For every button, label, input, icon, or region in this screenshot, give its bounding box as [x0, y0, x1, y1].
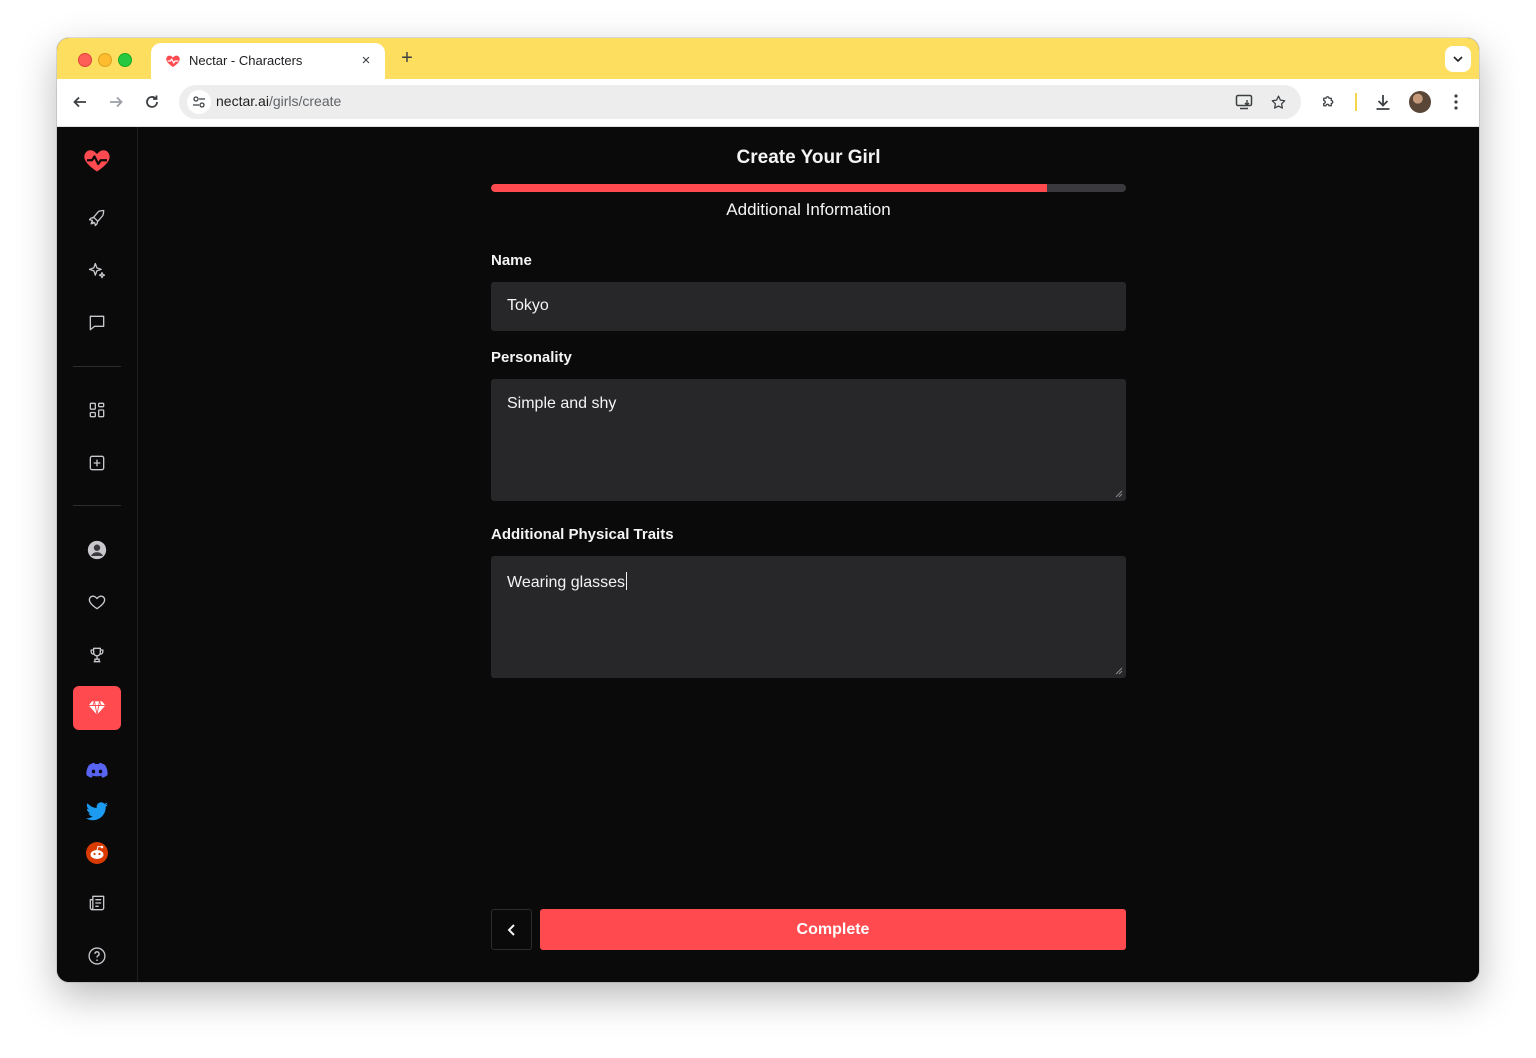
sidebar-item-discover[interactable]	[73, 196, 121, 240]
url-host: nectar.ai	[216, 93, 269, 109]
sidebar-item-home[interactable]	[73, 137, 121, 181]
address-bar[interactable]: nectar.ai/girls/create	[179, 85, 1301, 119]
name-label: Name	[491, 252, 532, 269]
extensions-button[interactable]	[1318, 91, 1340, 113]
step-title: Additional Information	[726, 200, 891, 219]
logo-heart-icon	[84, 150, 110, 172]
browser-menu-button[interactable]	[1445, 91, 1467, 113]
reload-icon	[146, 95, 158, 108]
sidebar-item-discord[interactable]	[73, 749, 121, 793]
name-value: Tokyo	[507, 297, 549, 314]
gem-icon	[88, 701, 106, 715]
tune-icon	[193, 96, 205, 108]
twitter-icon	[86, 802, 108, 821]
profile-avatar[interactable]	[1409, 91, 1431, 113]
sidebar-divider	[73, 366, 121, 367]
tab-search-button[interactable]	[1445, 46, 1471, 72]
grid-icon	[89, 402, 105, 418]
back-button[interactable]	[69, 91, 91, 113]
favicon-heart-icon	[166, 55, 180, 67]
progress-fill	[491, 184, 1047, 192]
reload-button[interactable]	[141, 91, 163, 113]
traits-value: Wearing glasses	[507, 574, 625, 591]
toolbar-divider	[1355, 93, 1357, 111]
maximize-window-button[interactable]	[118, 53, 132, 67]
sidebar-item-help[interactable]	[73, 934, 121, 978]
sparkles-icon	[88, 262, 106, 279]
complete-button[interactable]: Complete	[540, 909, 1126, 950]
traits-label: Additional Physical Traits	[491, 526, 674, 543]
page-content: Create Your Girl Additional Information …	[57, 127, 1479, 982]
trophy-icon	[90, 647, 104, 663]
plus-square-icon	[89, 455, 105, 471]
sidebar	[57, 127, 138, 982]
sidebar-item-leaderboard[interactable]	[73, 633, 121, 677]
more-vertical-icon	[1454, 94, 1458, 110]
reddit-icon	[86, 842, 108, 864]
sidebar-divider	[73, 505, 121, 506]
progress-bar	[491, 184, 1126, 192]
tab-strip: Nectar - Characters × +	[57, 38, 1479, 79]
chevron-left-icon	[507, 923, 515, 936]
text-caret	[625, 572, 627, 590]
sidebar-item-gallery[interactable]	[73, 388, 121, 432]
browser-window: Nectar - Characters × + nectar.ai/girls/…	[57, 38, 1479, 982]
install-icon	[1235, 94, 1253, 110]
user-icon	[87, 540, 107, 560]
main-content: Create Your Girl Additional Information …	[138, 127, 1479, 982]
tab-title: Nectar - Characters	[189, 53, 303, 68]
close-icon[interactable]: ×	[357, 52, 375, 70]
sidebar-item-create[interactable]	[73, 441, 121, 485]
url-text[interactable]: nectar.ai/girls/create	[216, 93, 341, 109]
traits-textarea[interactable]: Wearing glasses	[491, 556, 1126, 678]
newspaper-icon	[89, 895, 105, 911]
arrow-left-icon	[73, 96, 86, 108]
heart-icon	[88, 595, 106, 610]
sidebar-item-profile[interactable]	[73, 528, 121, 572]
forward-button[interactable]	[105, 91, 127, 113]
personality-value: Simple and shy	[507, 395, 617, 412]
arrow-right-icon	[110, 96, 123, 108]
new-tab-button[interactable]: +	[395, 46, 419, 70]
sidebar-item-twitter[interactable]	[73, 790, 121, 834]
sidebar-item-favorites[interactable]	[73, 580, 121, 624]
sidebar-item-premium[interactable]	[73, 686, 121, 730]
browser-toolbar: nectar.ai/girls/create	[57, 79, 1479, 127]
personality-textarea[interactable]: Simple and shy	[491, 379, 1126, 501]
browser-tab[interactable]: Nectar - Characters ×	[151, 43, 385, 79]
site-info-button[interactable]	[187, 90, 211, 114]
sidebar-item-blog[interactable]	[73, 881, 121, 925]
discord-icon	[86, 762, 108, 778]
traits-value-wrap: Wearing glasses	[507, 572, 627, 592]
download-icon	[1376, 95, 1390, 110]
downloads-button[interactable]	[1372, 91, 1394, 113]
chevron-down-icon	[1453, 56, 1463, 63]
install-app-button[interactable]	[1233, 91, 1255, 113]
resize-grip-icon[interactable]	[1115, 667, 1123, 675]
name-input[interactable]: Tokyo	[491, 282, 1126, 331]
puzzle-icon	[1323, 96, 1334, 107]
sidebar-item-reddit[interactable]	[73, 831, 121, 875]
personality-label: Personality	[491, 349, 572, 366]
rocket-icon	[88, 209, 105, 227]
help-icon	[88, 947, 106, 965]
page-title: Create Your Girl	[736, 147, 881, 168]
url-path: /girls/create	[268, 93, 342, 109]
chat-icon	[89, 315, 105, 331]
close-window-button[interactable]	[78, 53, 92, 67]
bookmark-button[interactable]	[1267, 91, 1289, 113]
resize-grip-icon[interactable]	[1115, 490, 1123, 498]
minimize-window-button[interactable]	[98, 53, 112, 67]
back-button[interactable]	[491, 909, 532, 950]
star-icon	[1271, 94, 1285, 109]
sidebar-item-generate[interactable]	[73, 249, 121, 293]
sidebar-item-chat[interactable]	[73, 301, 121, 345]
